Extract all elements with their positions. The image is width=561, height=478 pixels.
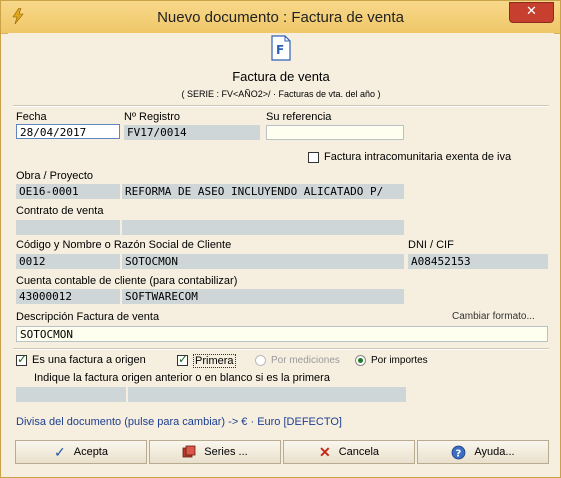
fecha-label: Fecha xyxy=(16,111,47,123)
divisa-link[interactable]: Divisa del documento (pulse para cambiar… xyxy=(16,416,342,428)
cuenta-label: Cuenta contable de cliente (para contabi… xyxy=(16,275,238,287)
contrato-name-field[interactable] xyxy=(122,220,404,235)
anterior-code-field[interactable] xyxy=(16,387,126,402)
cliente-name-field[interactable]: SOTOCMON xyxy=(122,254,404,269)
indique-label: Indique la factura origen anterior o en … xyxy=(34,372,330,384)
help-icon: ? xyxy=(452,445,466,459)
dialog-body: F Factura de venta ( SERIE : FV<AÑO2>/ ·… xyxy=(8,33,554,469)
cancela-label: Cancela xyxy=(338,446,380,458)
fecha-field[interactable]: 28/04/2017 xyxy=(16,124,120,139)
obra-label: Obra / Proyecto xyxy=(16,170,94,182)
primera-label[interactable]: Primera xyxy=(193,354,236,368)
books-icon xyxy=(182,445,196,458)
contrato-label: Contrato de venta xyxy=(16,205,104,217)
cancela-button[interactable]: ✕ Cancela xyxy=(283,440,415,464)
referencia-label: Su referencia xyxy=(266,111,332,123)
registro-field[interactable]: FV17/0014 xyxy=(124,125,260,140)
series-subtitle: ( SERIE : FV<AÑO2>/ · Facturas de vta. d… xyxy=(181,89,381,99)
cuenta-code-field[interactable]: 43000012 xyxy=(16,289,120,304)
referencia-field[interactable] xyxy=(266,125,404,140)
dni-label: DNI / CIF xyxy=(408,239,454,251)
form-title: Factura de venta xyxy=(232,69,330,84)
window-title: Nuevo documento : Factura de venta xyxy=(157,9,404,26)
checkmark-icon: ✓ xyxy=(54,444,66,460)
cliente-code-field[interactable]: 0012 xyxy=(16,254,120,269)
svg-text:F: F xyxy=(276,43,284,57)
por-importes-label[interactable]: Por importes xyxy=(371,355,428,366)
svg-text:?: ? xyxy=(456,448,462,459)
ayuda-button[interactable]: ? Ayuda... xyxy=(417,440,549,464)
series-button[interactable]: Series ... xyxy=(149,440,281,464)
anterior-name-field[interactable] xyxy=(128,387,406,402)
series-label: Series ... xyxy=(204,446,248,458)
por-mediciones-radio[interactable] xyxy=(255,355,266,366)
por-mediciones-label[interactable]: Por mediciones xyxy=(271,355,340,366)
dni-field[interactable]: A08452153 xyxy=(408,254,548,269)
ayuda-label: Ayuda... xyxy=(474,446,515,458)
cuenta-name-field[interactable]: SOFTWARECOM xyxy=(122,289,404,304)
primera-checkbox[interactable] xyxy=(177,352,188,366)
descripcion-label: Descripción Factura de venta xyxy=(16,311,160,323)
descripcion-field[interactable]: SOTOCMON xyxy=(16,326,548,342)
es-origen-label[interactable]: Es una factura a origen xyxy=(32,354,146,366)
obra-name-field[interactable]: REFORMA DE ASEO INCLUYENDO ALICATADO P/ xyxy=(122,184,404,199)
cambiar-formato-link[interactable]: Cambiar formato... xyxy=(452,311,535,322)
acepta-label: Acepta xyxy=(73,446,108,458)
es-origen-checkbox[interactable] xyxy=(16,352,27,366)
contrato-code-field[interactable] xyxy=(16,220,120,235)
dialog-window: Nuevo documento : Factura de venta ✕ F F… xyxy=(0,0,561,478)
obra-code-field[interactable]: OE16-0001 xyxy=(16,184,120,199)
document-icon: F xyxy=(271,35,291,61)
intracom-label[interactable]: Factura intracomunitaria exenta de iva xyxy=(324,151,511,163)
cliente-label: Código y Nombre o Razón Social de Client… xyxy=(16,239,232,251)
title-bar[interactable]: Nuevo documento : Factura de venta ✕ xyxy=(1,1,560,34)
divider xyxy=(13,348,549,350)
cross-icon: ✕ xyxy=(318,444,331,460)
por-importes-radio[interactable] xyxy=(355,355,366,366)
close-button[interactable]: ✕ xyxy=(509,2,554,23)
intracom-checkbox[interactable] xyxy=(308,152,319,163)
acepta-button[interactable]: ✓ Acepta xyxy=(15,440,147,464)
registro-label: Nº Registro xyxy=(124,111,180,123)
divider xyxy=(13,105,549,107)
